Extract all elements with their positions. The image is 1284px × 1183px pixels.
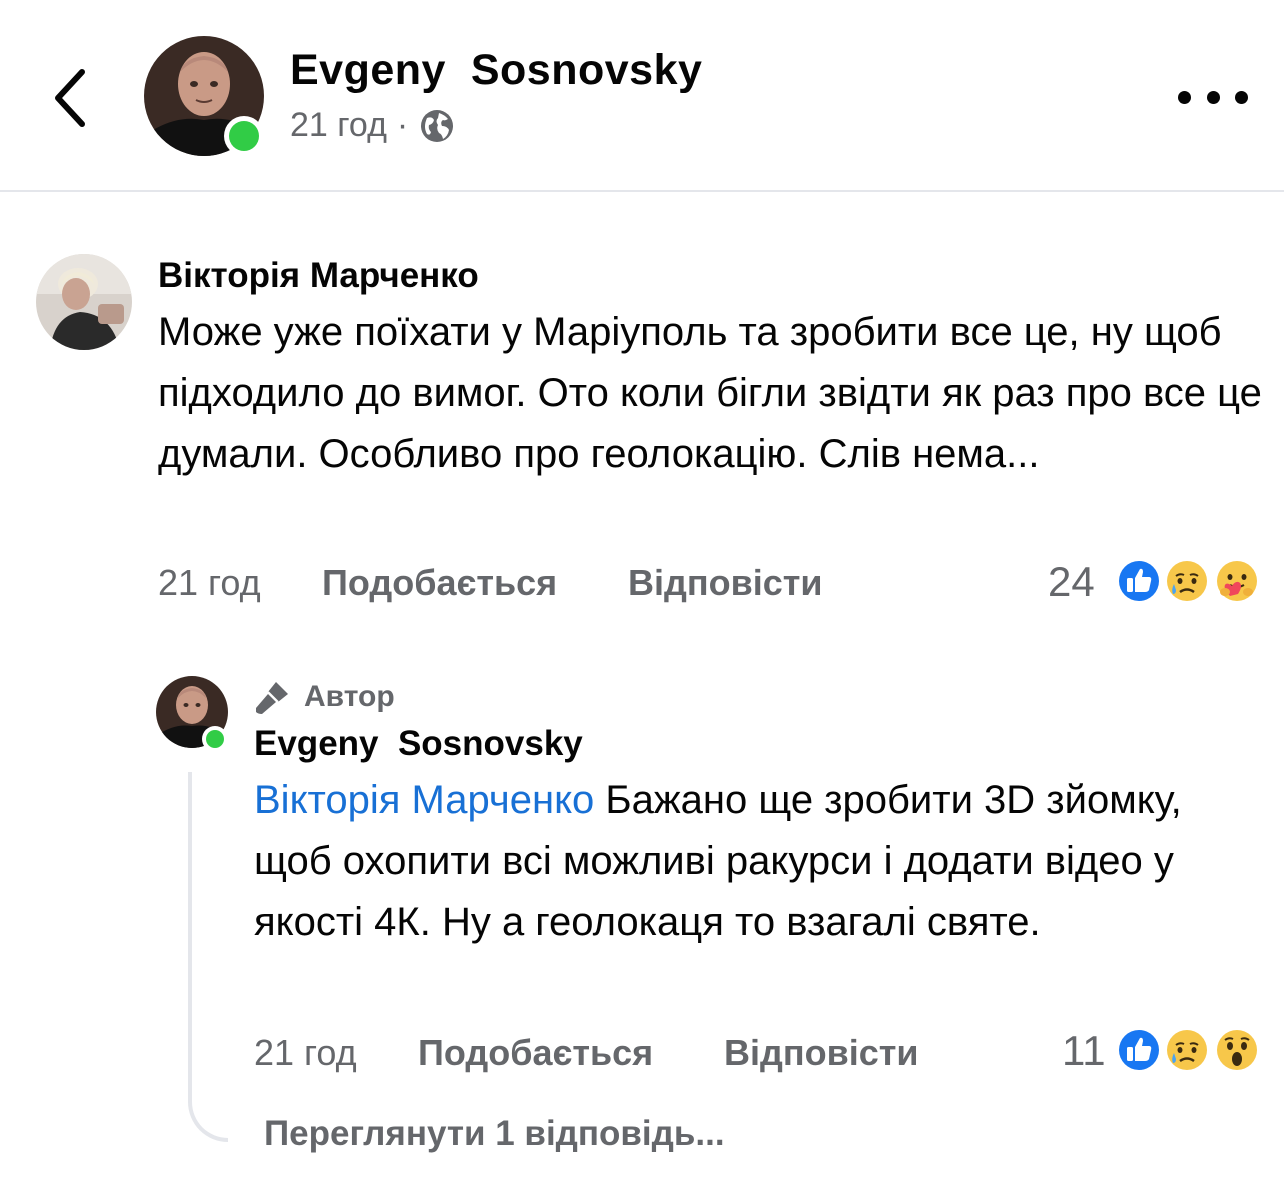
post-meta: 21 год · [290, 106, 456, 145]
comment-time[interactable]: 21 год [158, 562, 261, 604]
reply-like-button[interactable]: Подобається [418, 1032, 653, 1074]
reply-author-name[interactable]: Evgeny Sosnovsky [254, 724, 583, 764]
comment-text: Може уже поїхати у Маріуполь та зробити … [158, 310, 1262, 476]
reply-thread-line [188, 772, 228, 1142]
reply-label[interactable]: Відповісти [628, 562, 823, 604]
comment-time-label[interactable]: 21 год [158, 562, 261, 604]
wow-reaction-icon[interactable] [1212, 1025, 1262, 1075]
avatar-image [36, 254, 132, 350]
view-replies-link[interactable]: Переглянути 1 відповідь... [264, 1114, 725, 1154]
like-label[interactable]: Подобається [322, 562, 557, 604]
post-author-name[interactable]: Evgeny Sosnovsky [290, 46, 702, 95]
author-badge: Автор [254, 678, 395, 716]
online-status-dot [224, 116, 264, 156]
online-status-dot [202, 726, 228, 752]
like-reaction-icon[interactable] [1114, 1025, 1164, 1075]
sad-reaction-icon[interactable] [1162, 1025, 1212, 1075]
more-options-button[interactable] [1178, 80, 1248, 114]
like-label[interactable]: Подобається [418, 1032, 653, 1074]
reply-reply-button[interactable]: Відповісти [724, 1032, 919, 1074]
reply-time-label[interactable]: 21 год [254, 1032, 357, 1074]
like-reaction-icon[interactable] [1114, 556, 1164, 606]
comment-like-button[interactable]: Подобається [322, 562, 557, 604]
sad-reaction-icon[interactable] [1162, 556, 1212, 606]
reply-time[interactable]: 21 год [254, 1032, 357, 1074]
reaction-count[interactable]: 11 [1062, 1027, 1106, 1075]
globe-icon [421, 109, 454, 142]
care-reaction-icon[interactable] [1212, 556, 1262, 606]
back-button[interactable] [40, 58, 110, 138]
more-dots-icon [1206, 90, 1220, 104]
comment-author-name[interactable]: Вікторія Марченко [158, 256, 479, 296]
reply-label[interactable]: Відповісти [724, 1032, 919, 1074]
comment-reply-button[interactable]: Відповісти [628, 562, 823, 604]
author-badge-label: Автор [304, 680, 395, 713]
reaction-count[interactable]: 24 [1048, 558, 1095, 606]
commenter-avatar[interactable] [36, 254, 132, 350]
chevron-left-icon [55, 69, 85, 127]
header-divider [0, 190, 1284, 192]
more-dots-icon [1178, 90, 1191, 104]
mention-link[interactable]: Вікторія Марченко [254, 778, 594, 822]
more-dots-icon [1235, 90, 1248, 104]
meta-separator: · [396, 106, 409, 144]
microphone-icon [256, 682, 288, 714]
post-time[interactable]: 21 год [290, 106, 387, 145]
reply-text: Вікторія Марченко Бажано ще зробити 3D з… [254, 770, 1254, 953]
